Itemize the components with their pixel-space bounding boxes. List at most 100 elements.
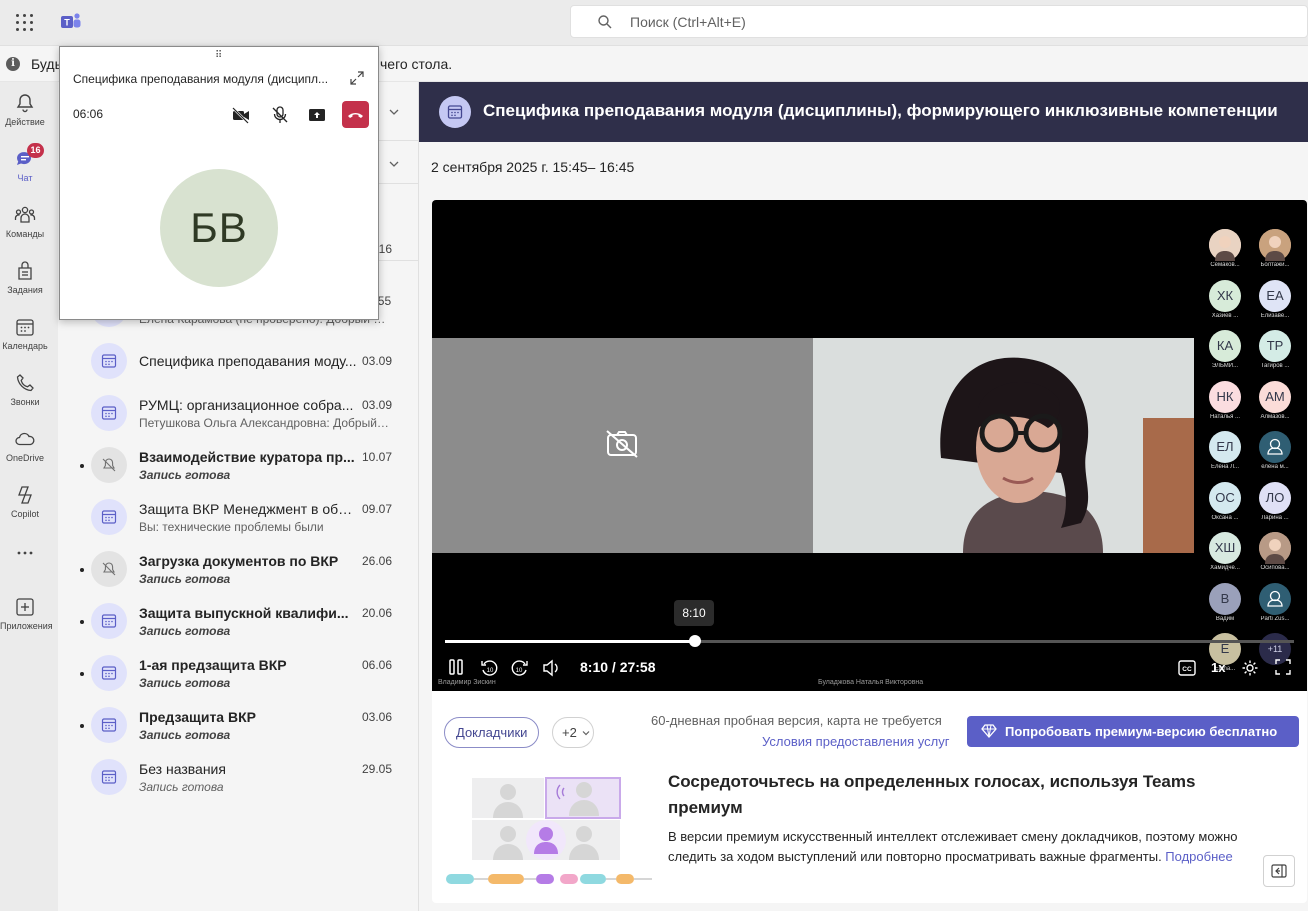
rail-item-apps[interactable]: Приложения bbox=[0, 596, 53, 631]
learn-more-link[interactable]: Подробнее bbox=[1165, 849, 1232, 864]
playback-speed-button[interactable]: 1x bbox=[1211, 660, 1225, 675]
participant-name: Тагиров ... bbox=[1260, 363, 1290, 369]
forward-10-icon[interactable]: 10 bbox=[511, 659, 529, 677]
participant-name: Parti Zus... bbox=[1260, 615, 1290, 622]
rail-item-assignments[interactable]: Задания bbox=[0, 260, 50, 295]
rail-item-onedrive[interactable]: OneDrive bbox=[0, 428, 50, 463]
mic-off-icon[interactable] bbox=[269, 104, 291, 126]
pause-icon[interactable] bbox=[448, 659, 464, 675]
chat-title: РУМЦ: организационное собра... bbox=[139, 397, 354, 413]
bell-muted-icon bbox=[102, 562, 116, 576]
participant-name: Алмазов... bbox=[1260, 413, 1290, 420]
seek-handle[interactable] bbox=[689, 635, 701, 647]
rewind-10-icon[interactable]: 10 bbox=[480, 659, 498, 677]
chat-list-item[interactable]: 1-ая предзащита ВКР 06.06 Запись готова bbox=[58, 648, 418, 700]
chevron-down-icon[interactable] bbox=[388, 158, 400, 170]
chat-time: 03.06 bbox=[362, 710, 393, 724]
rail-item-copilot[interactable]: Copilot bbox=[0, 484, 50, 519]
app-launcher-icon[interactable] bbox=[14, 12, 36, 34]
participant-avatar[interactable]: Parti Zus... bbox=[1258, 582, 1292, 622]
chat-list-item[interactable]: Защита выпускной квалифи... 20.06 Запись г… bbox=[58, 596, 418, 648]
svg-text:10: 10 bbox=[516, 668, 523, 674]
participant-name: Вадим bbox=[1215, 615, 1235, 622]
volume-icon[interactable] bbox=[542, 659, 560, 677]
participant-avatar[interactable]: ТР Тагиров ... bbox=[1258, 330, 1292, 369]
chat-time: 09.07 bbox=[362, 502, 393, 516]
expand-icon[interactable] bbox=[350, 71, 364, 85]
info-icon: i bbox=[6, 57, 20, 71]
rail-label-apps: Приложения bbox=[0, 621, 53, 631]
participant-avatar[interactable]: В Вадим bbox=[1208, 582, 1242, 622]
participant-avatar[interactable]: ХШ Хамидче... bbox=[1208, 532, 1242, 571]
divider bbox=[378, 140, 418, 141]
playback-time: 8:10 / 27:58 bbox=[580, 659, 656, 675]
share-screen-icon[interactable] bbox=[306, 104, 328, 126]
meeting-icon bbox=[439, 96, 471, 128]
participant-avatar[interactable]: НК Наталья ... bbox=[1208, 380, 1242, 420]
chat-list-item[interactable]: Взаимодействие куратора пр... 10.07 Запись… bbox=[58, 440, 418, 492]
fullscreen-icon[interactable] bbox=[1275, 659, 1291, 675]
participant-avatar[interactable]: ЕЛ Елена Л... bbox=[1208, 431, 1242, 470]
more-icon bbox=[17, 551, 33, 555]
seek-bar[interactable] bbox=[445, 640, 1294, 643]
chevron-down-icon[interactable] bbox=[388, 106, 400, 118]
participant-generic-avatar bbox=[1259, 431, 1291, 463]
rail-item-activity[interactable]: Действие bbox=[0, 92, 50, 127]
participant-name: Хазиев ... bbox=[1211, 312, 1239, 319]
rail-item-more[interactable] bbox=[0, 548, 50, 558]
search-input[interactable]: Поиск (Ctrl+Alt+E) bbox=[570, 5, 1308, 38]
rail-item-teams[interactable]: Команды bbox=[0, 204, 50, 239]
calendar-icon bbox=[16, 319, 34, 336]
hang-up-button[interactable] bbox=[342, 101, 369, 128]
rail-label-copilot: Copilot bbox=[10, 509, 39, 519]
recording-player[interactable]: Семаков... Болтажи... ХК Хазиев ... ЕА Елизав… bbox=[432, 200, 1307, 691]
try-premium-button[interactable]: Попробовать премиум-версию бесплатно bbox=[967, 716, 1299, 747]
terms-link[interactable]: Условия предоставления услуг bbox=[762, 734, 949, 749]
rail-item-calendar[interactable]: Календарь bbox=[0, 316, 50, 351]
hang-up-icon bbox=[348, 113, 363, 118]
unread-dot bbox=[80, 672, 84, 676]
participant-initials: ЕЛ bbox=[1209, 431, 1241, 463]
chat-list-item[interactable]: Загрузка документов по ВКР 26.06 Запись го… bbox=[58, 544, 418, 596]
call-mini-window[interactable]: ⠿ Специфика преподавания модуля (дисципл… bbox=[59, 46, 379, 320]
search-icon bbox=[598, 15, 612, 29]
captions-icon[interactable]: CC bbox=[1178, 660, 1196, 676]
participant-avatar[interactable]: ЕА Елизаве... bbox=[1258, 279, 1292, 319]
chat-time: 03.09 bbox=[362, 354, 393, 368]
premium-illustration bbox=[446, 777, 652, 884]
meeting-header: Специфика преподавания модуля (дисциплин… bbox=[419, 82, 1308, 142]
rail-item-calls[interactable]: Звонки bbox=[0, 372, 50, 407]
participant-avatar[interactable]: ЛО Ларина ... bbox=[1258, 481, 1292, 521]
drag-handle-icon[interactable]: ⠿ bbox=[215, 50, 222, 61]
chat-list-item[interactable]: Защита ВКР Менеджмент в обр... 09.07 Вы: т… bbox=[58, 492, 418, 544]
participant-avatar[interactable]: елена м... bbox=[1258, 431, 1292, 470]
more-speakers-dropdown[interactable]: +2 bbox=[552, 717, 594, 748]
participant-avatar[interactable]: Осипова... bbox=[1258, 532, 1292, 571]
rail-item-chat[interactable]: 16 Чат bbox=[0, 143, 50, 183]
meeting-title: Специфика преподавания модуля (дисциплин… bbox=[483, 101, 1278, 120]
teams-icon bbox=[14, 206, 36, 223]
chat-preview: Петушкова Ольга Александровна: Добрый ..… bbox=[139, 416, 389, 430]
participant-avatar[interactable]: ХК Хазиев ... bbox=[1208, 279, 1242, 319]
chat-time: 26.06 bbox=[362, 554, 393, 568]
rail-label-calls: Звонки bbox=[10, 397, 40, 407]
add-apps-icon bbox=[16, 598, 34, 616]
participant-initials: ХК bbox=[1209, 279, 1241, 312]
participant-avatar[interactable]: Болтажи... bbox=[1258, 229, 1292, 268]
collapse-panel-button[interactable] bbox=[1263, 855, 1295, 887]
participant-avatar[interactable]: АМ Алмазов... bbox=[1258, 380, 1292, 420]
chat-title: Взаимодействие куратора пр... bbox=[139, 449, 355, 465]
chat-list-item[interactable]: Специфика преподавания моду... 03.09 bbox=[58, 336, 418, 388]
chat-avatar bbox=[91, 395, 127, 431]
rail-label-assignments: Задания bbox=[7, 285, 43, 295]
participant-avatar[interactable]: Семаков... bbox=[1208, 229, 1242, 268]
chat-list-item[interactable]: РУМЦ: организационное собра... 03.09 Петуш… bbox=[58, 388, 418, 440]
chat-list-item[interactable]: Без названия 29.05 Запись готова bbox=[58, 752, 418, 804]
camera-off-icon[interactable] bbox=[230, 104, 252, 126]
speakers-filter-button[interactable]: Докладчики bbox=[444, 717, 540, 748]
participant-avatar[interactable]: КА ЭЛЬМИ... bbox=[1208, 330, 1242, 369]
calendar-icon bbox=[101, 354, 117, 368]
chat-list-item[interactable]: Предзащита ВКР 03.06 Запись готова bbox=[58, 700, 418, 752]
settings-gear-icon[interactable] bbox=[1241, 659, 1259, 677]
participant-avatar[interactable]: ОС Оксана ... bbox=[1208, 481, 1242, 521]
